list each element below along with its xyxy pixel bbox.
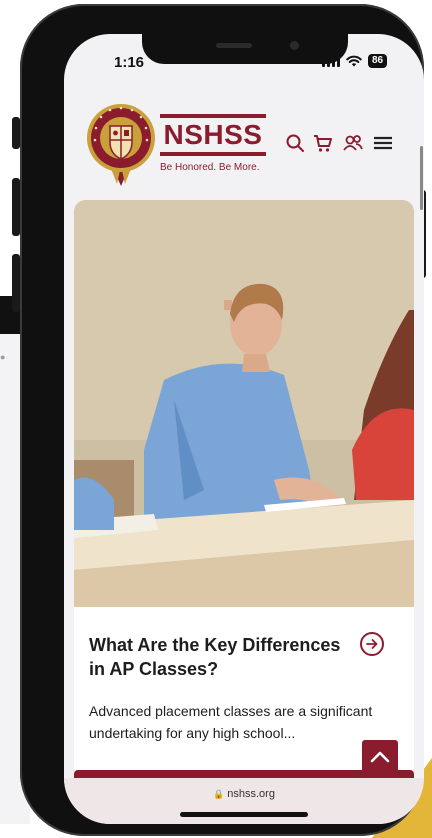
article-excerpt: Advanced placement classes are a signifi… bbox=[89, 703, 373, 741]
battery-icon: 86 bbox=[368, 54, 388, 68]
browser-url-bar[interactable]: 🔒 nshss.org bbox=[64, 778, 424, 824]
account-button[interactable] bbox=[342, 132, 364, 154]
home-indicator[interactable] bbox=[180, 812, 308, 817]
arrow-right-icon bbox=[366, 639, 378, 649]
article-title[interactable]: What Are the Key Differences in AP Class… bbox=[89, 633, 349, 681]
wifi-icon bbox=[346, 55, 362, 67]
search-button[interactable] bbox=[284, 132, 306, 154]
url-display[interactable]: 🔒 nshss.org bbox=[64, 788, 424, 800]
account-icon bbox=[343, 135, 363, 151]
phone-notch bbox=[142, 34, 348, 64]
cellular-signal-icon bbox=[322, 55, 340, 67]
cart-button[interactable] bbox=[312, 132, 334, 154]
search-icon bbox=[286, 134, 304, 152]
nshss-seal-logo[interactable] bbox=[84, 100, 158, 186]
back-to-top-button[interactable] bbox=[362, 740, 398, 774]
article-image bbox=[74, 200, 414, 607]
speaker-grille bbox=[216, 43, 252, 48]
menu-icon bbox=[374, 136, 392, 150]
status-time: 1:16 bbox=[114, 54, 145, 71]
url-text: nshss.org bbox=[227, 788, 275, 800]
brand-tagline: Be Honored. Be More. bbox=[160, 162, 260, 173]
brand-name[interactable]: NSHSS bbox=[160, 114, 266, 156]
lock-icon: 🔒 bbox=[213, 789, 225, 799]
page-scrollbar[interactable] bbox=[420, 146, 423, 210]
chevron-up-icon bbox=[370, 751, 390, 763]
front-camera bbox=[290, 41, 299, 50]
phone-screen: 1:16 86 NSHSS Be Honored. Be More. What … bbox=[64, 34, 424, 824]
read-article-button[interactable] bbox=[360, 632, 384, 656]
status-indicators: 86 bbox=[322, 54, 388, 68]
phone-frame: 1:16 86 NSHSS Be Honored. Be More. What … bbox=[20, 4, 424, 836]
background-icon: ● bbox=[0, 352, 6, 362]
phone-mute-switch bbox=[12, 117, 20, 149]
menu-button[interactable] bbox=[372, 132, 394, 154]
phone-volume-up-button bbox=[12, 178, 20, 236]
site-header: NSHSS Be Honored. Be More. bbox=[64, 96, 424, 196]
article-card[interactable]: What Are the Key Differences in AP Class… bbox=[74, 200, 414, 800]
cart-icon bbox=[314, 135, 332, 152]
phone-volume-down-button bbox=[12, 254, 20, 312]
